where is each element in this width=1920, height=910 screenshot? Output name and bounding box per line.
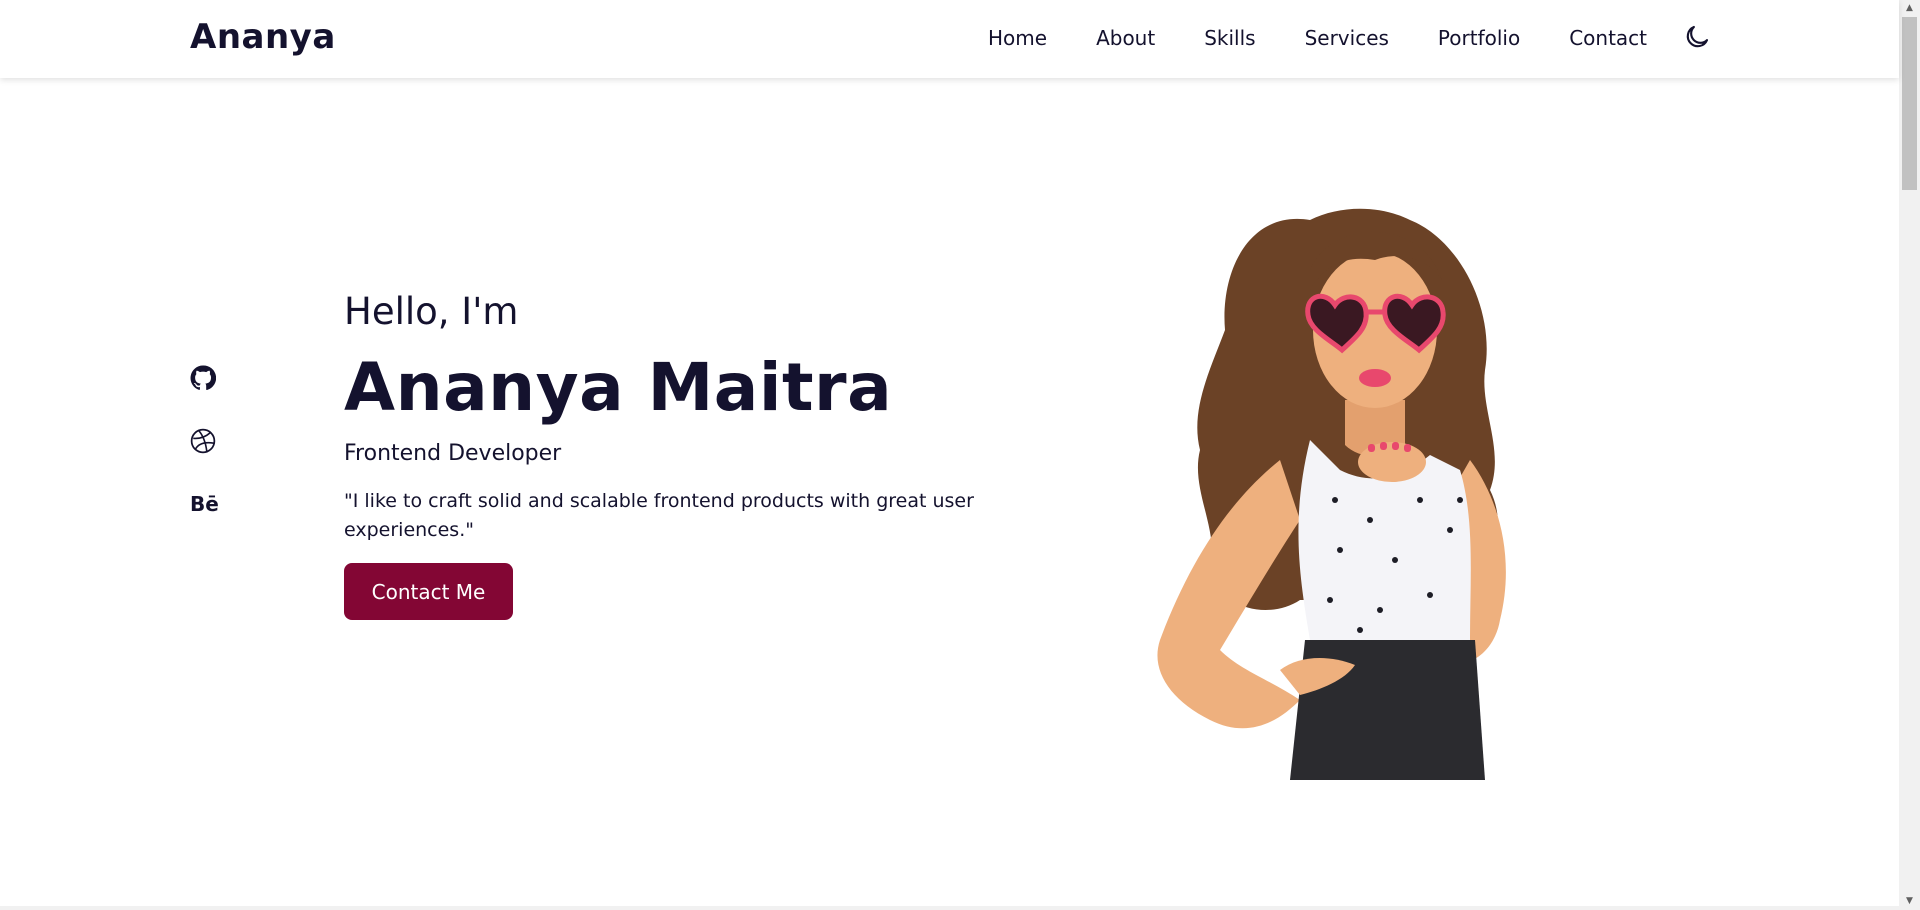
github-link[interactable] (190, 365, 216, 391)
nav-portfolio[interactable]: Portfolio (1438, 26, 1520, 50)
scrollbar-thumb[interactable] (1902, 17, 1917, 190)
site-header: Ananya Home About Skills Services Portfo… (0, 0, 1899, 78)
hero-name: Ananya Maitra (344, 349, 893, 426)
main-nav: Home About Skills Services Portfolio Con… (988, 26, 1647, 50)
nav-home[interactable]: Home (988, 26, 1047, 50)
site-logo[interactable]: Ananya (190, 17, 336, 57)
moon-icon (1686, 25, 1709, 48)
hero-greeting: Hello, I'm (344, 290, 519, 333)
nav-contact[interactable]: Contact (1569, 26, 1647, 50)
behance-icon: Bē (190, 492, 219, 516)
nav-skills[interactable]: Skills (1204, 26, 1255, 50)
behance-link[interactable]: Bē (190, 492, 219, 516)
hero-quote: "I like to craft solid and scalable fron… (344, 490, 974, 541)
theme-toggle-button[interactable] (1682, 22, 1712, 52)
hero-illustration (1157, 208, 1506, 780)
bottom-edge (0, 906, 1899, 910)
vertical-scrollbar[interactable]: ▲ ▼ (1899, 0, 1920, 910)
scroll-up-arrow-icon[interactable]: ▲ (1899, 0, 1920, 17)
contact-me-button[interactable]: Contact Me (344, 563, 513, 620)
scroll-down-arrow-icon[interactable]: ▼ (1899, 893, 1920, 910)
hero-role: Frontend Developer (344, 441, 562, 466)
nav-about[interactable]: About (1096, 26, 1155, 50)
dribbble-icon (190, 428, 216, 454)
nav-services[interactable]: Services (1305, 26, 1389, 50)
dribbble-link[interactable] (190, 428, 216, 454)
github-icon (190, 365, 216, 390)
